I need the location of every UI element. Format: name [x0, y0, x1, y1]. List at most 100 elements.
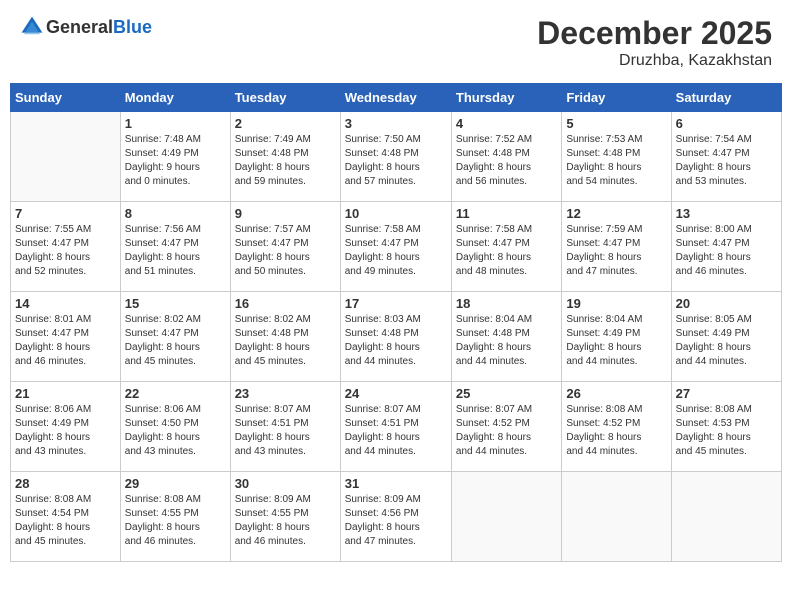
calendar-cell: 12 Sunrise: 7:59 AMSunset: 4:47 PMDayligh… [562, 202, 671, 292]
day-number: 13 [676, 206, 777, 221]
day-info: Sunrise: 8:07 AMSunset: 4:51 PMDaylight:… [235, 403, 336, 459]
header-row: SundayMondayTuesdayWednesdayThursdayFrid… [11, 84, 782, 112]
calendar-body: 1Sunrise: 7:48 AMSunset: 4:49 PMDaylight… [11, 112, 782, 562]
calendar-cell: 22 Sunrise: 8:06 AMSunset: 4:50 PMDayligh… [120, 382, 230, 472]
calendar-cell [11, 112, 121, 202]
day-number: 22 [125, 386, 226, 401]
day-number: 17 [345, 296, 447, 311]
calendar-cell: 4 Sunrise: 7:52 AMSunset: 4:48 PMDaylight… [451, 112, 561, 202]
day-number: 25 [456, 386, 557, 401]
calendar-week-0: 1Sunrise: 7:48 AMSunset: 4:49 PMDaylight… [11, 112, 782, 202]
calendar-cell: 30 Sunrise: 8:09 AMSunset: 4:55 PMDayligh… [230, 472, 340, 562]
day-info: Sunrise: 8:08 AMSunset: 4:54 PMDaylight:… [15, 493, 116, 549]
calendar-cell: 24 Sunrise: 8:07 AMSunset: 4:51 PMDayligh… [340, 382, 451, 472]
day-info: Sunrise: 7:52 AMSunset: 4:48 PMDaylight:… [456, 133, 557, 189]
header-day-monday: Monday [120, 84, 230, 112]
day-number: 12 [566, 206, 666, 221]
location: Druzhba, Kazakhstan [537, 52, 772, 70]
day-number: 8 [125, 206, 226, 221]
header-day-tuesday: Tuesday [230, 84, 340, 112]
day-number: 31 [345, 476, 447, 491]
calendar-cell: 18Sunrise: 8:04 AMSunset: 4:48 PMDayligh… [451, 292, 561, 382]
day-info: Sunrise: 8:09 AMSunset: 4:55 PMDaylight:… [235, 493, 336, 549]
day-number: 18 [456, 296, 557, 311]
day-info: Sunrise: 7:59 AMSunset: 4:47 PMDaylight:… [566, 223, 666, 279]
calendar-cell: 17 Sunrise: 8:03 AMSunset: 4:48 PMDayligh… [340, 292, 451, 382]
calendar-week-2: 14Sunrise: 8:01 AMSunset: 4:47 PMDayligh… [11, 292, 782, 382]
calendar-cell: 7 Sunrise: 7:55 AMSunset: 4:47 PMDaylight… [11, 202, 121, 292]
header-day-thursday: Thursday [451, 84, 561, 112]
calendar-cell: 20 Sunrise: 8:05 AMSunset: 4:49 PMDayligh… [671, 292, 781, 382]
page-header: GeneralBlue December 2025 Druzhba, Kazak… [10, 10, 782, 75]
day-number: 21 [15, 386, 116, 401]
day-info: Sunrise: 8:00 AMSunset: 4:47 PMDaylight:… [676, 223, 777, 279]
day-number: 10 [345, 206, 447, 221]
day-number: 20 [676, 296, 777, 311]
day-number: 4 [456, 116, 557, 131]
day-number: 24 [345, 386, 447, 401]
calendar-cell: 25 Sunrise: 8:07 AMSunset: 4:52 PMDayligh… [451, 382, 561, 472]
day-info: Sunrise: 8:03 AMSunset: 4:48 PMDaylight:… [345, 313, 447, 369]
day-info: Sunrise: 7:50 AMSunset: 4:48 PMDaylight:… [345, 133, 447, 189]
day-number: 3 [345, 116, 447, 131]
calendar-week-1: 7 Sunrise: 7:55 AMSunset: 4:47 PMDaylight… [11, 202, 782, 292]
day-number: 5 [566, 116, 666, 131]
day-info: Sunrise: 7:56 AMSunset: 4:47 PMDaylight:… [125, 223, 226, 279]
day-number: 27 [676, 386, 777, 401]
day-info: Sunrise: 7:57 AMSunset: 4:47 PMDaylight:… [235, 223, 336, 279]
calendar-cell: 14Sunrise: 8:01 AMSunset: 4:47 PMDayligh… [11, 292, 121, 382]
day-number: 16 [235, 296, 336, 311]
day-number: 2 [235, 116, 336, 131]
header-day-sunday: Sunday [11, 84, 121, 112]
calendar-header: SundayMondayTuesdayWednesdayThursdayFrid… [11, 84, 782, 112]
day-number: 23 [235, 386, 336, 401]
calendar-cell: 31Sunrise: 8:09 AMSunset: 4:56 PMDayligh… [340, 472, 451, 562]
day-info: Sunrise: 8:07 AMSunset: 4:51 PMDaylight:… [345, 403, 447, 459]
day-number: 30 [235, 476, 336, 491]
month-title: December 2025 [537, 15, 772, 52]
calendar-cell: 10 Sunrise: 7:58 AMSunset: 4:47 PMDayligh… [340, 202, 451, 292]
calendar-cell: 28 Sunrise: 8:08 AMSunset: 4:54 PMDayligh… [11, 472, 121, 562]
day-info: Sunrise: 7:53 AMSunset: 4:48 PMDaylight:… [566, 133, 666, 189]
calendar-cell: 23 Sunrise: 8:07 AMSunset: 4:51 PMDayligh… [230, 382, 340, 472]
day-info: Sunrise: 7:49 AMSunset: 4:48 PMDaylight:… [235, 133, 336, 189]
day-number: 7 [15, 206, 116, 221]
day-info: Sunrise: 8:06 AMSunset: 4:50 PMDaylight:… [125, 403, 226, 459]
calendar-week-4: 28 Sunrise: 8:08 AMSunset: 4:54 PMDayligh… [11, 472, 782, 562]
logo-icon [20, 15, 44, 39]
day-number: 19 [566, 296, 666, 311]
calendar-cell: 11 Sunrise: 7:58 AMSunset: 4:47 PMDayligh… [451, 202, 561, 292]
calendar-cell: 15Sunrise: 8:02 AMSunset: 4:47 PMDayligh… [120, 292, 230, 382]
day-number: 9 [235, 206, 336, 221]
calendar-cell: 8 Sunrise: 7:56 AMSunset: 4:47 PMDaylight… [120, 202, 230, 292]
calendar-cell: 9 Sunrise: 7:57 AMSunset: 4:47 PMDaylight… [230, 202, 340, 292]
day-number: 11 [456, 206, 557, 221]
day-info: Sunrise: 7:58 AMSunset: 4:47 PMDaylight:… [456, 223, 557, 279]
header-day-wednesday: Wednesday [340, 84, 451, 112]
day-info: Sunrise: 7:54 AMSunset: 4:47 PMDaylight:… [676, 133, 777, 189]
day-info: Sunrise: 7:48 AMSunset: 4:49 PMDaylight:… [125, 133, 226, 189]
calendar-cell: 6Sunrise: 7:54 AMSunset: 4:47 PMDaylight… [671, 112, 781, 202]
day-number: 29 [125, 476, 226, 491]
day-info: Sunrise: 8:08 AMSunset: 4:55 PMDaylight:… [125, 493, 226, 549]
day-number: 28 [15, 476, 116, 491]
logo-text-general: General [46, 17, 113, 37]
calendar-cell: 27 Sunrise: 8:08 AMSunset: 4:53 PMDayligh… [671, 382, 781, 472]
day-info: Sunrise: 7:58 AMSunset: 4:47 PMDaylight:… [345, 223, 447, 279]
day-info: Sunrise: 8:06 AMSunset: 4:49 PMDaylight:… [15, 403, 116, 459]
day-number: 26 [566, 386, 666, 401]
calendar-cell [671, 472, 781, 562]
day-info: Sunrise: 8:05 AMSunset: 4:49 PMDaylight:… [676, 313, 777, 369]
calendar-cell: 19Sunrise: 8:04 AMSunset: 4:49 PMDayligh… [562, 292, 671, 382]
logo: GeneralBlue [20, 15, 152, 39]
day-info: Sunrise: 8:08 AMSunset: 4:53 PMDaylight:… [676, 403, 777, 459]
header-day-friday: Friday [562, 84, 671, 112]
day-info: Sunrise: 8:01 AMSunset: 4:47 PMDaylight:… [15, 313, 116, 369]
day-info: Sunrise: 8:07 AMSunset: 4:52 PMDaylight:… [456, 403, 557, 459]
day-info: Sunrise: 7:55 AMSunset: 4:47 PMDaylight:… [15, 223, 116, 279]
calendar-cell: 16Sunrise: 8:02 AMSunset: 4:48 PMDayligh… [230, 292, 340, 382]
calendar-table: SundayMondayTuesdayWednesdayThursdayFrid… [10, 83, 782, 562]
logo-text-blue: Blue [113, 17, 152, 37]
day-info: Sunrise: 8:02 AMSunset: 4:47 PMDaylight:… [125, 313, 226, 369]
header-day-saturday: Saturday [671, 84, 781, 112]
